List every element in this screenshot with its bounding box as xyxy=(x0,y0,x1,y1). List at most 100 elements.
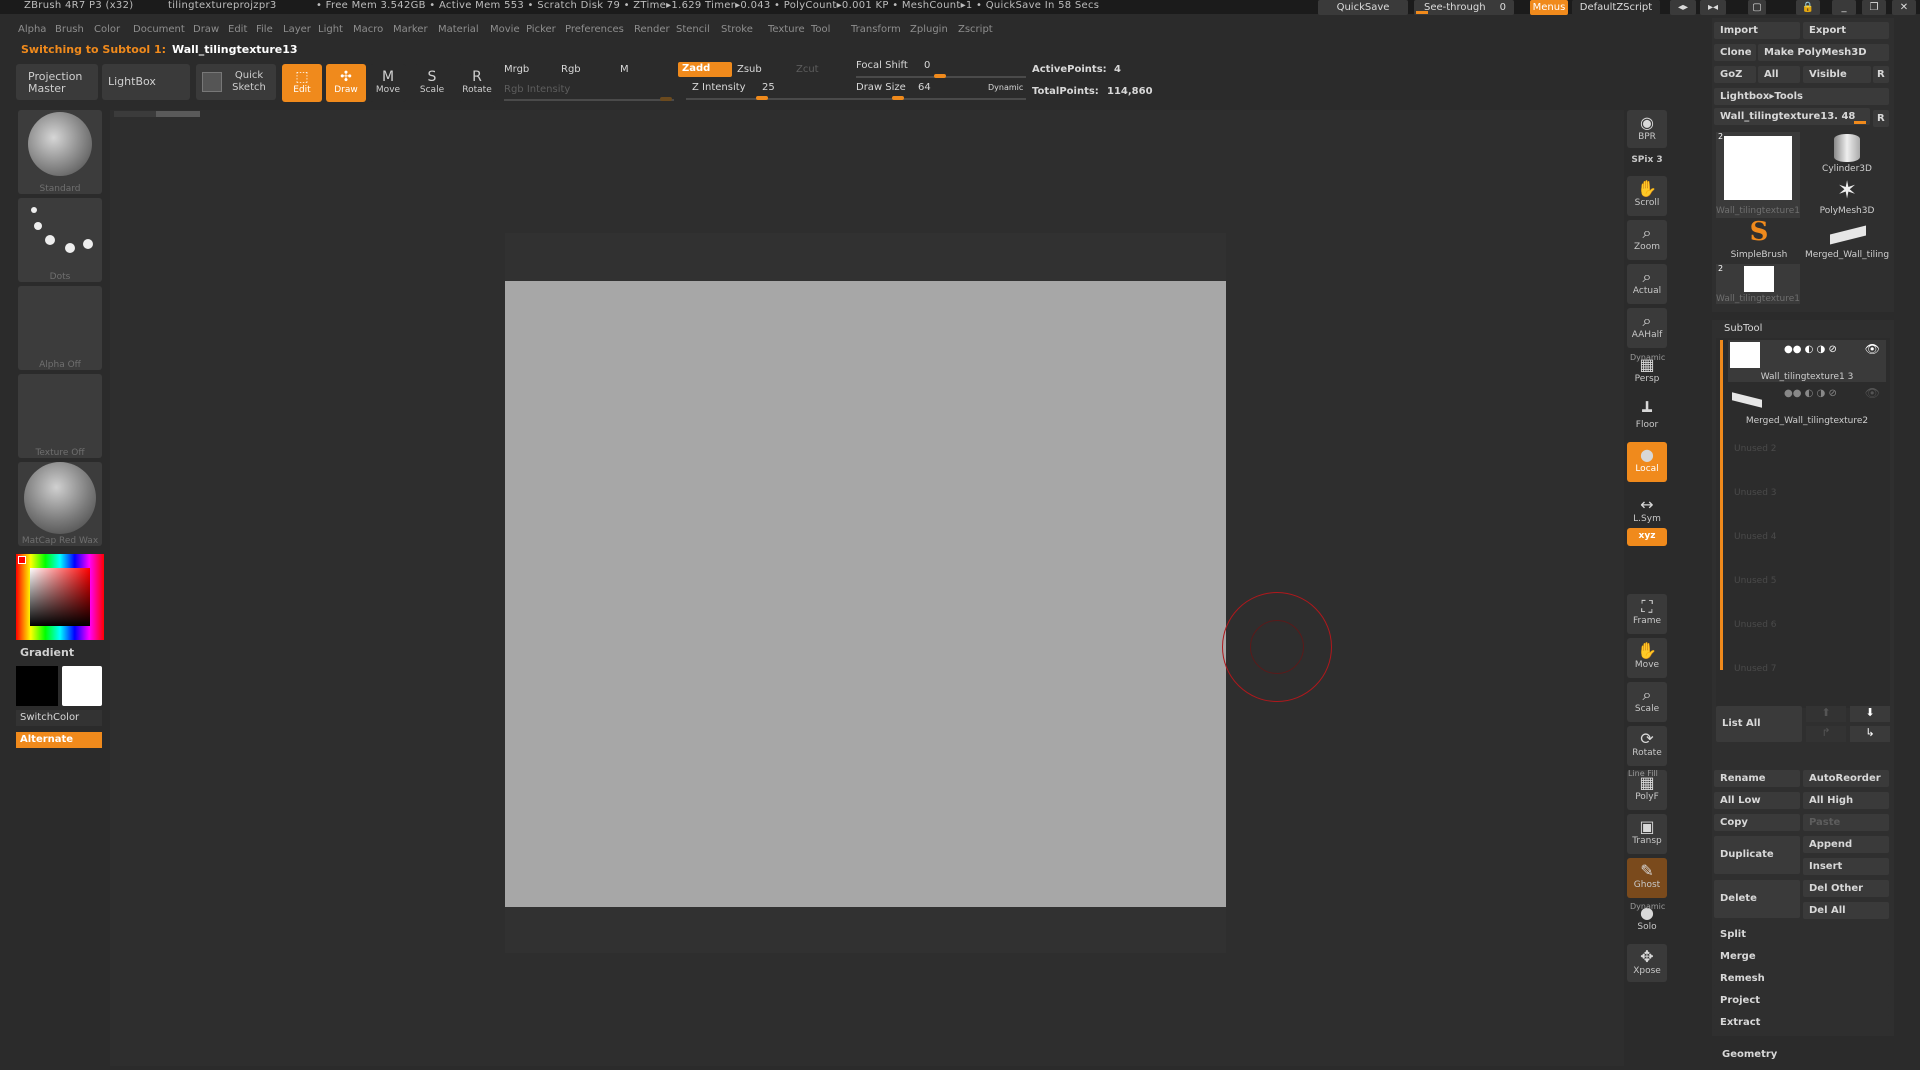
visibility-toggles-icon[interactable]: ●● ◐ ◑ ⊘ xyxy=(1784,344,1837,355)
rotate-button[interactable]: R Rotate xyxy=(458,64,496,102)
menu-zplugin[interactable]: Zplugin xyxy=(910,24,948,35)
current-tool-slider[interactable]: Wall_tilingtexture13. 48 xyxy=(1714,108,1870,125)
subtool-item-1[interactable]: ●● ◐ ◑ ⊘ 👁 Wall_tilingtexture1 3 xyxy=(1728,340,1886,382)
local-button[interactable]: ● Local xyxy=(1627,442,1667,482)
paste-button[interactable]: Paste xyxy=(1803,814,1889,831)
transp-button[interactable]: ▣ Transp xyxy=(1627,814,1667,854)
lsym-button[interactable]: ↔ L.Sym xyxy=(1627,492,1667,525)
draw-button[interactable]: ✣ Draw xyxy=(326,64,366,102)
subtool-unused-slot[interactable]: Unused 3 xyxy=(1734,488,1777,498)
extract-section[interactable]: Extract xyxy=(1714,1014,1889,1031)
floor-button[interactable]: ┻ Floor xyxy=(1627,398,1667,436)
subtool-unused-slot[interactable]: Unused 6 xyxy=(1734,620,1777,630)
tool-thumb-cylinder[interactable]: Cylinder3D xyxy=(1804,132,1890,174)
dynamic-toggle[interactable]: Dynamic xyxy=(988,83,1023,92)
color-saturation-box[interactable] xyxy=(30,568,90,626)
insert-button[interactable]: Insert xyxy=(1803,858,1889,875)
append-button[interactable]: Append xyxy=(1803,836,1889,853)
layout-right-icon[interactable]: ▸◂ xyxy=(1700,0,1726,15)
xyz-button[interactable]: xyz xyxy=(1627,528,1667,546)
ghost-button[interactable]: ✎ Ghost xyxy=(1627,858,1667,898)
menu-stroke[interactable]: Stroke xyxy=(721,24,753,35)
tool-thumb-wall[interactable]: 2 Wall_tilingtexture1 xyxy=(1716,132,1800,218)
spix-button[interactable]: SPix 3 xyxy=(1627,152,1667,170)
clone-button[interactable]: Clone xyxy=(1714,44,1756,61)
scale-button[interactable]: S Scale xyxy=(414,64,450,102)
z-intensity-slider[interactable]: Z Intensity 25 xyxy=(686,80,856,100)
alpha-selector[interactable]: Alpha Off xyxy=(18,286,102,370)
subtool-item-2[interactable]: ●● ◐ ◑ ⊘ 👁 Merged_Wall_tilingtexture2 xyxy=(1728,384,1886,426)
doc-icon[interactable]: ▢ xyxy=(1748,0,1766,15)
actual-button[interactable]: ⌕ Actual xyxy=(1627,264,1667,304)
all-low-button[interactable]: All Low xyxy=(1714,792,1800,809)
close-icon[interactable]: ✕ xyxy=(1892,0,1916,15)
rgb-button[interactable]: Rgb xyxy=(561,64,581,75)
menu-marker[interactable]: Marker xyxy=(393,24,428,35)
menu-draw[interactable]: Draw xyxy=(193,24,219,35)
scale-button[interactable]: ⌕ Scale xyxy=(1627,682,1667,722)
del-all-button[interactable]: Del All xyxy=(1803,902,1889,919)
zoom-button[interactable]: ⌕ Zoom xyxy=(1627,220,1667,260)
list-all-button[interactable]: List All xyxy=(1716,706,1802,742)
rename-button[interactable]: Rename xyxy=(1714,770,1800,787)
aahalf-button[interactable]: ⌕ AAHalf xyxy=(1627,308,1667,348)
menu-zscript[interactable]: Zscript xyxy=(958,24,993,35)
switchcolor-button[interactable]: SwitchColor xyxy=(16,710,102,726)
menu-movie[interactable]: Movie xyxy=(490,24,520,35)
canvas-scrollbar[interactable] xyxy=(114,111,200,117)
rgb-intensity-label[interactable]: Rgb Intensity xyxy=(504,84,570,95)
zadd-button[interactable]: Zadd xyxy=(678,62,732,77)
merge-section[interactable]: Merge xyxy=(1714,948,1889,965)
tool-thumb-wall-2[interactable]: 2 Wall_tilingtexture1 xyxy=(1716,264,1800,304)
subtool-unused-slot[interactable]: Unused 2 xyxy=(1734,444,1777,454)
geometry-section[interactable]: Geometry xyxy=(1722,1049,1777,1060)
tool-thumb-polymesh[interactable]: ✶ PolyMesh3D xyxy=(1804,176,1890,218)
menu-layer[interactable]: Layer xyxy=(283,24,311,35)
arrow-down-icon[interactable]: ⬇ xyxy=(1850,706,1890,722)
menu-light[interactable]: Light xyxy=(318,24,343,35)
menu-tool[interactable]: Tool xyxy=(811,24,830,35)
brush-selector[interactable]: Standard xyxy=(18,110,102,194)
move-button[interactable]: ✋ Move xyxy=(1627,638,1667,678)
edit-button[interactable]: ⬚ Edit xyxy=(282,64,322,102)
visible-button[interactable]: Visible xyxy=(1803,66,1871,83)
menu-macro[interactable]: Macro xyxy=(353,24,383,35)
restore-icon[interactable]: ❐ xyxy=(1862,0,1886,15)
color-marker[interactable] xyxy=(18,556,26,564)
secondary-color-swatch[interactable] xyxy=(62,666,102,706)
quicksave-button[interactable]: QuickSave xyxy=(1318,0,1408,15)
alternate-button[interactable]: Alternate xyxy=(16,732,102,748)
tool-thumb-simplebrush[interactable]: S SimpleBrush xyxy=(1716,217,1802,262)
focal-shift-slider[interactable]: Focal Shift 0 xyxy=(856,60,1026,78)
xpose-button[interactable]: ✥ Xpose xyxy=(1627,944,1667,982)
primary-color-swatch[interactable] xyxy=(16,666,58,706)
visibility-toggles-icon[interactable]: ●● ◐ ◑ ⊘ xyxy=(1784,388,1837,399)
menu-edit[interactable]: Edit xyxy=(228,24,247,35)
menu-file[interactable]: File xyxy=(256,24,273,35)
mesh-plane[interactable] xyxy=(505,281,1226,907)
menu-brush[interactable]: Brush xyxy=(55,24,84,35)
all-button[interactable]: All xyxy=(1758,66,1800,83)
menu-preferences[interactable]: Preferences xyxy=(565,24,624,35)
duplicate-button[interactable]: Duplicate xyxy=(1714,836,1800,874)
menu-texture[interactable]: Texture xyxy=(768,24,805,35)
lightbox-tools-button[interactable]: Lightbox▸Tools xyxy=(1714,88,1889,105)
menu-material[interactable]: Material xyxy=(438,24,479,35)
menu-alpha[interactable]: Alpha xyxy=(18,24,46,35)
menus-button[interactable]: Menus xyxy=(1530,0,1568,15)
move-down-icon[interactable]: ↳ xyxy=(1850,726,1890,742)
see-through-slider[interactable]: See-through 0 xyxy=(1414,0,1514,15)
move-up-icon[interactable]: ↱ xyxy=(1806,726,1846,742)
tool-thumb-merged[interactable]: Merged_Wall_tiling xyxy=(1804,220,1890,262)
all-high-button[interactable]: All High xyxy=(1803,792,1889,809)
color-picker[interactable] xyxy=(16,554,104,640)
material-selector[interactable]: MatCap Red Wax xyxy=(18,462,102,546)
default-zscript-button[interactable]: DefaultZScript xyxy=(1572,0,1660,15)
r-button[interactable]: R xyxy=(1873,66,1889,83)
m-button[interactable]: M xyxy=(620,64,629,75)
draw-size-slider[interactable]: Draw Size 64 Dynamic xyxy=(856,82,1026,100)
texture-selector[interactable]: Texture Off xyxy=(18,374,102,458)
layout-left-icon[interactable]: ◂▸ xyxy=(1670,0,1696,15)
split-section[interactable]: Split xyxy=(1714,926,1889,943)
lock-icon[interactable]: 🔒 xyxy=(1796,0,1820,15)
